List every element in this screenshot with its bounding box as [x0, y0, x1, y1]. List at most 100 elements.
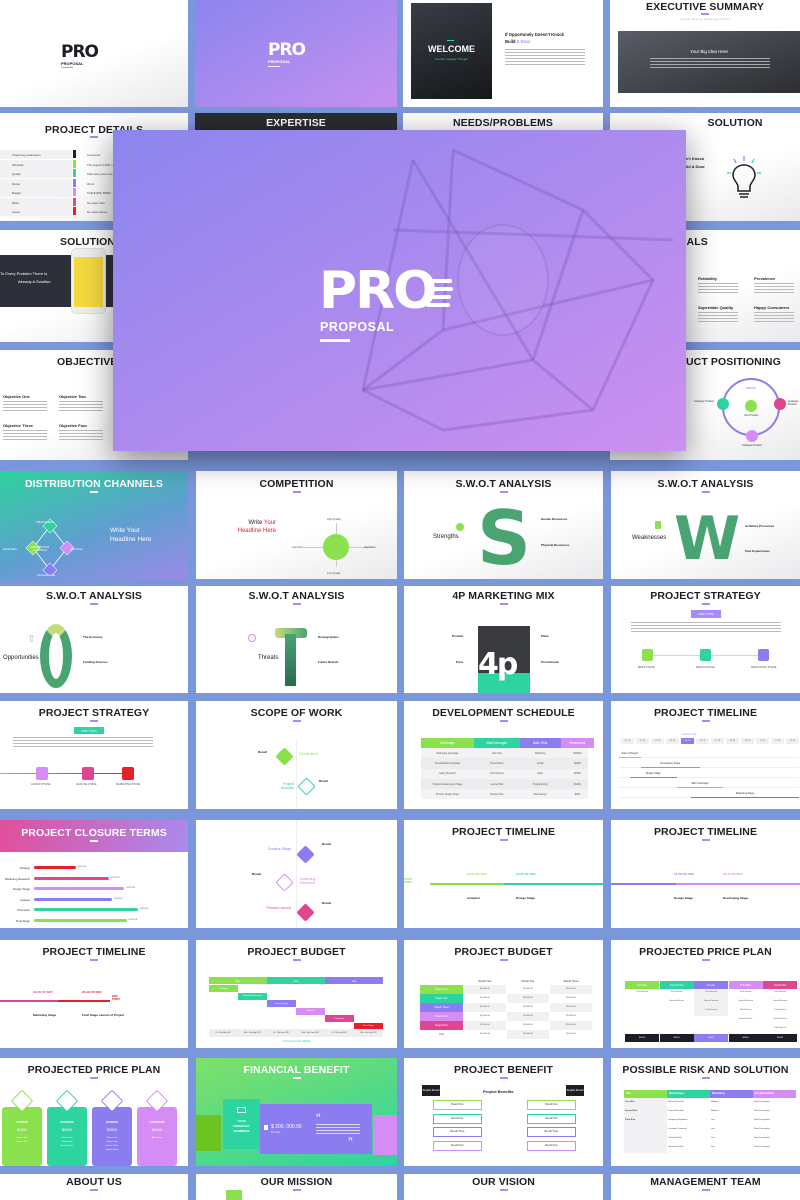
title-accent: [499, 1077, 508, 1079]
month-cell: 04.18: [666, 738, 679, 744]
slide-cover-purple[interactable]: PRO PROPOSAL: [195, 0, 397, 107]
title-accent: [90, 136, 98, 138]
slide-executive-summary[interactable]: EXECUTIVE SUMMARY Lorem Ipsum Passage Do…: [610, 0, 800, 107]
table-cell: Short Description: [754, 1128, 770, 1130]
slide-price-plan-cards[interactable]: PROJECTED PRICE PLAN STARTER $1000 Service…: [0, 1058, 188, 1166]
table-header: Risk Rating: [710, 1090, 753, 1098]
closure-date: 6/6/2018: [140, 908, 149, 910]
scope-item: Clients Brief: [299, 752, 318, 756]
slide-project-timeline-c[interactable]: PROJECT TIMELINE END POINT 18-26 OF SEP …: [0, 940, 188, 1048]
slide-project-closure-terms[interactable]: PROJECT CLOSURE TERMS Strategy 6/6/2018 Ma…: [0, 820, 188, 928]
slide-swot-opportunities[interactable]: S.W.O.T ANALYSIS Opportunities The Econo…: [0, 586, 188, 693]
slide-project-budget-gantt[interactable]: PROJECT BUDGET MayJuneJulyStrategy$1100M…: [196, 940, 397, 1048]
heading-accent: A Door: [516, 39, 531, 44]
slide-financial-benefit[interactable]: FINANCIAL BENEFIT YOUR FINANCIAL EARNING…: [196, 1058, 397, 1166]
month-cell: 03.18: [651, 738, 664, 744]
hero-cover-slide[interactable]: PRO PROPOSAL: [113, 130, 686, 451]
total-cost: Full Project Cost: $5000: [282, 1040, 311, 1043]
slide-distribution-channels[interactable]: DISTRIBUTION CHANNELS DISTRIBUTION CHANN…: [0, 471, 188, 579]
task-label: Marketing Stage: [735, 792, 755, 795]
channel-label: Official Streams: [36, 521, 55, 524]
table-header: Result Three: [563, 980, 579, 983]
card-service: Service One: [106, 1137, 118, 1139]
detail-comment: The project is 20% o: [87, 162, 113, 167]
slide-title: S.W.O.T ANALYSIS: [46, 590, 142, 602]
card-service: Service Two: [61, 1141, 73, 1143]
detail-param: Risks: [12, 200, 19, 205]
task-track: [619, 757, 799, 759]
slide-project-strategy-1[interactable]: PROJECT STRATEGY PART ONE BRIEF PHASE DE…: [611, 586, 800, 693]
slide-project-timeline-gantt[interactable]: PROJECT TIMELINE CURRENT TIME 01.18 02.18…: [611, 701, 800, 809]
title-accent: [701, 603, 710, 605]
table-cell: Product Design Stage: [435, 792, 460, 796]
slide-cover-white[interactable]: PRO PROPOSAL: [0, 0, 188, 107]
slide-swot-threats[interactable]: S.W.O.T ANALYSIS Threats Demographics Fu…: [196, 586, 397, 693]
welcome-heading: If Opportunely Doesn't Knock: [505, 32, 564, 37]
slide-project-timeline-a[interactable]: PROJECT TIMELINE START POINT 10-22 OF JA…: [404, 820, 603, 928]
swot-item: Physical Resources: [541, 543, 570, 547]
title-accent: [292, 1189, 301, 1191]
slide-competition[interactable]: COMPETITION Write Your Headline Here Hig…: [196, 471, 397, 579]
detail-color-marker: [73, 188, 76, 196]
title-accent: [499, 1189, 508, 1191]
phase-label: ANALYSE PHASE: [76, 783, 97, 786]
slide-risk-solution[interactable]: POSSIBLE RISK AND SOLUTION Risk Risk Cate…: [611, 1058, 800, 1166]
table-cell: Marketing: [534, 751, 546, 755]
slide-swot-strengths[interactable]: S.W.O.T ANALYSIS S Strengths Human Resou…: [404, 471, 603, 579]
amount-card: $ 200, 000.00 Per Year “ ”: [260, 1104, 372, 1154]
detail-param: Budget: [12, 191, 21, 195]
task-bar: [676, 787, 724, 789]
logo-text: PRO: [268, 40, 306, 60]
cog-icon: [758, 649, 769, 661]
budget-step: Promotion: [325, 1015, 354, 1022]
slide-our-vision[interactable]: OUR VISION: [404, 1174, 603, 1200]
plan-price: $2000: [659, 1034, 694, 1042]
slide-project-timeline-b[interactable]: PROJECT TIMELINE 14-28 OF APR 16-30 OF M…: [611, 820, 800, 928]
table-cell: First Risk: [625, 1101, 635, 1103]
table-header: Main Manager: [474, 738, 520, 748]
risk-column-bg: [624, 1098, 667, 1153]
slide-scope-stages[interactable]: Creative Stage Result Marketing Research…: [196, 820, 397, 928]
timeline-stage: Design Stage: [516, 896, 536, 900]
task-bar: [640, 767, 700, 769]
month-cell: 01.18: [621, 738, 634, 744]
plan-price: $5000: [763, 1034, 797, 1042]
monitor-icon: [717, 398, 729, 410]
swot-label: Strengths: [433, 534, 459, 540]
slide-project-benefit[interactable]: PROJECT BENEFIT Project Benefits Tangibl…: [404, 1058, 603, 1166]
slide-4p-marketing-mix[interactable]: 4P MARKETING MIX 4p Product Place Price …: [404, 586, 603, 693]
row-label: Project Four: [420, 1012, 463, 1021]
row-label: Project Five: [420, 1021, 463, 1030]
table-cell: Technical Risk: [668, 1137, 682, 1139]
deco-block: [196, 1115, 221, 1151]
result-label: Result: [252, 872, 262, 876]
table-cell: $5,000.00: [464, 1030, 506, 1039]
slide-development-schedule[interactable]: DEVELOPMENT SCHEDULE Campaign Main Manage…: [404, 701, 603, 809]
tablet-icon: [774, 398, 786, 410]
strategy-text: [631, 622, 781, 634]
slide-our-mission[interactable]: OUR MISSION: [196, 1174, 397, 1200]
swot-label: Weaknesses: [632, 535, 667, 541]
slide-project-strategy-2[interactable]: PROJECT STRATEGY PART TWO LAUNCH PHASE A…: [0, 701, 188, 809]
welcome-image: WELCOME Greatly Cottage Thought: [411, 3, 492, 99]
slide-swot-weaknesses[interactable]: S.W.O.T ANALYSIS W Weaknesses Activities…: [611, 471, 800, 579]
table-cell: Operational Risk: [668, 1146, 684, 1148]
mix-item: Place: [541, 634, 549, 638]
card-price: $2000: [62, 1128, 72, 1132]
slide-welcome[interactable]: WELCOME Greatly Cottage Thought If Oppor…: [403, 0, 603, 107]
slide-price-plan-table[interactable]: PROJECTED PRICE PLAN First Plan First Ser…: [611, 940, 800, 1048]
table-cell: $5,000.00: [507, 1003, 549, 1012]
slide-project-budget-table[interactable]: PROJECT BUDGET Result One Result Two Resul…: [404, 940, 603, 1048]
banner-heading: Your Big Idea Here: [690, 49, 728, 54]
closure-date: 6/6/2018: [110, 876, 120, 879]
stage-label: Creative Stage: [267, 847, 291, 851]
swot-label: Opportunities: [3, 655, 39, 661]
slide-management-team[interactable]: MANAGEMENT TEAM: [611, 1174, 800, 1200]
slide-about-us[interactable]: ABOUT US: [0, 1174, 188, 1200]
detail-param: Issues: [12, 210, 21, 214]
details-row-bg: [0, 169, 72, 178]
objective-item: Objective Four: [59, 423, 88, 428]
slide-scope-of-work[interactable]: SCOPE OF WORK Clients Brief Result Proje…: [196, 701, 397, 809]
timeline-date: 18-26 OF SEP: [33, 990, 53, 994]
table-cell: $5,000.00: [464, 1021, 506, 1030]
